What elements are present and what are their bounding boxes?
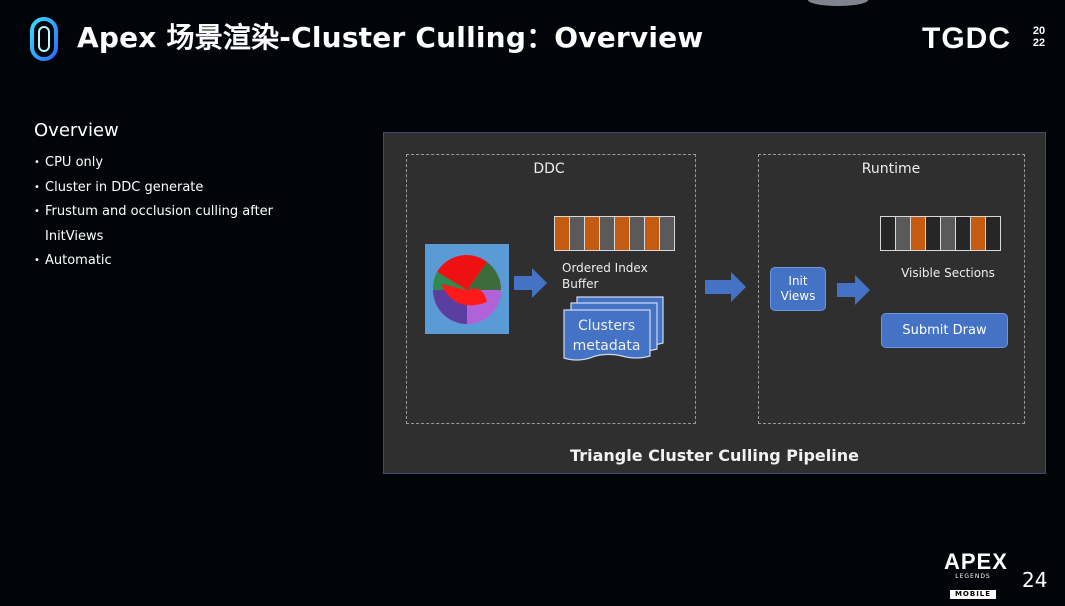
arrow-right-icon	[514, 268, 547, 298]
buffer-cell	[630, 217, 645, 250]
ordered-index-buffer	[554, 216, 675, 251]
bullet-item: CPU only	[34, 151, 334, 176]
event-ring-logo-icon	[30, 17, 58, 61]
buffer-cell	[570, 217, 585, 250]
overview-heading: Overview	[34, 120, 119, 141]
buffer-cell	[911, 217, 926, 250]
brand-year: 20 22	[1030, 25, 1048, 49]
clusters-metadata-label: Clusters metadata	[572, 318, 641, 354]
apex-logo-text: APEX	[944, 549, 1008, 574]
arrow-right-icon	[705, 272, 746, 302]
runtime-label: Runtime	[861, 161, 921, 177]
bullet-item: Frustum and occlusion culling after Init…	[34, 200, 290, 249]
buffer-cell	[555, 217, 570, 250]
buffer-cell	[971, 217, 986, 250]
overview-bullet-list: CPU only Cluster in DDC generate Frustum…	[34, 151, 334, 274]
ddc-label: DDC	[533, 161, 565, 177]
init-views-box: Init Views	[770, 267, 826, 311]
buffer-cell	[881, 217, 896, 250]
legends-logo-text: LEGENDS	[955, 573, 991, 580]
buffer-cell	[660, 217, 674, 250]
buffer-cell	[585, 217, 600, 250]
buffer-cell	[896, 217, 911, 250]
slide-title: Apex 场景渲染-Cluster Culling：Overview	[77, 21, 704, 54]
buffer-cell	[986, 217, 1000, 250]
page-number: 24	[1022, 568, 1048, 592]
pipeline-diagram-panel: DDC Runtime Ordered Index Buffer Cluster…	[383, 132, 1046, 474]
ordered-index-label: Ordered Index Buffer	[562, 261, 648, 291]
brand-logo: TGDC	[922, 22, 1011, 55]
arrow-right-icon	[837, 275, 870, 305]
apex-legends-mobile-logo: APEX LEGENDS MOBILE	[944, 549, 1008, 600]
bullet-item: Automatic	[34, 249, 334, 274]
buffer-cell	[615, 217, 630, 250]
visible-sections-buffer	[880, 216, 1001, 251]
diagram-caption: Triangle Cluster Culling Pipeline	[570, 446, 859, 465]
buffer-cell	[941, 217, 956, 250]
submit-draw-box: Submit Draw	[881, 313, 1008, 348]
buffer-cell	[926, 217, 941, 250]
buffer-cell	[645, 217, 660, 250]
year-top: 20	[1032, 25, 1046, 37]
decorative-shape	[808, 0, 868, 6]
buffer-cell	[600, 217, 615, 250]
mobile-logo-text: MOBILE	[949, 590, 997, 599]
year-bottom: 22	[1032, 37, 1046, 49]
visible-sections-label: Visible Sections	[901, 266, 995, 280]
bullet-item: Cluster in DDC generate	[34, 176, 334, 201]
buffer-cell	[956, 217, 971, 250]
mesh-sphere-image	[425, 244, 509, 334]
